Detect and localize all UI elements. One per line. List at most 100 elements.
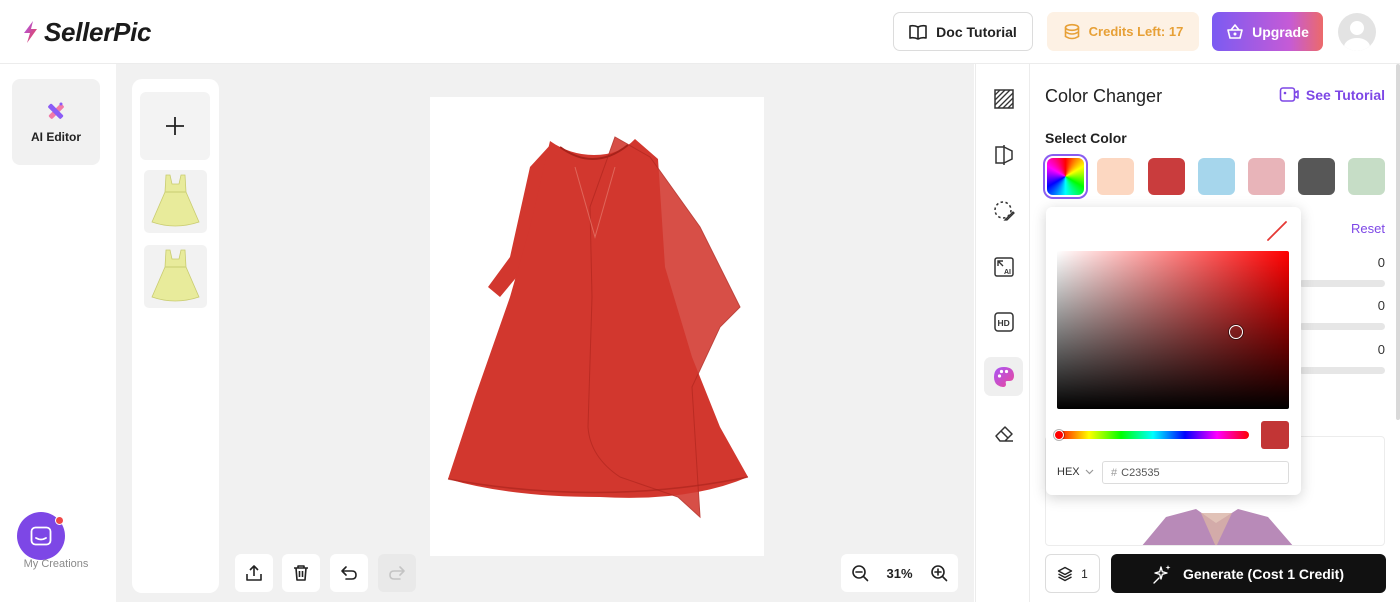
add-image-button[interactable] [140, 92, 210, 160]
my-creations-label: My Creations [23, 558, 89, 570]
top-header: SellerPic Doc Tutorial Credits Left: 17 … [0, 0, 1400, 64]
swatch-pink[interactable] [1248, 158, 1285, 195]
undo-icon [341, 566, 357, 580]
stripes-icon [993, 88, 1014, 109]
sparkle-magic-icon [1153, 564, 1171, 584]
slider-value-1: 0 [1377, 255, 1385, 270]
brand-logo[interactable]: SellerPic [20, 16, 151, 48]
tool-eraser[interactable] [984, 413, 1023, 452]
generate-label: Generate (Cost 1 Credit) [1182, 565, 1345, 582]
hex-value: C23535 [1121, 466, 1160, 479]
zoom-in-icon[interactable] [930, 564, 948, 582]
crown-basket-icon [1227, 23, 1243, 39]
zoom-out-icon[interactable] [851, 564, 869, 582]
tool-strip: AI HD [975, 64, 1030, 602]
redo-button[interactable] [378, 554, 416, 592]
no-color-icon[interactable] [1265, 219, 1289, 243]
export-button[interactable] [235, 554, 273, 592]
generate-button[interactable]: Generate (Cost 1 Credit) [1111, 554, 1386, 593]
slider-3[interactable] [1299, 367, 1385, 374]
undo-button[interactable] [330, 554, 368, 592]
credits-label: Credits Left: 17 [1088, 24, 1184, 39]
saturation-value-area[interactable] [1057, 251, 1289, 409]
panel-title: Color Changer [1045, 86, 1163, 106]
tool-lasso[interactable] [984, 191, 1023, 230]
tool-expand[interactable]: AI [984, 247, 1023, 286]
inbox-icon [30, 526, 52, 546]
chevron-down-icon [1085, 469, 1094, 475]
tool-color-changer[interactable] [984, 357, 1023, 396]
swatch-peach[interactable] [1097, 158, 1134, 195]
reset-button[interactable]: Reset [1351, 221, 1385, 236]
slider-1[interactable] [1299, 280, 1385, 287]
upload-icon [246, 565, 262, 581]
hd-icon: HD [993, 311, 1014, 332]
layers-icon [1057, 566, 1073, 581]
panel-scrollbar[interactable] [1396, 64, 1400, 420]
image-list-panel [132, 79, 219, 593]
video-tutorial-icon [1279, 87, 1299, 102]
upgrade-label: Upgrade [1252, 23, 1309, 40]
color-format-label: HEX [1057, 466, 1080, 478]
left-rail: AI Editor My Creations [0, 64, 116, 602]
saturation-handle[interactable] [1229, 325, 1243, 339]
lasso-edit-icon [993, 200, 1015, 221]
credits-badge[interactable]: Credits Left: 17 [1047, 12, 1199, 51]
ai-editor-label: AI Editor [31, 130, 81, 144]
slider-2[interactable] [1299, 323, 1385, 330]
see-tutorial-link[interactable]: See Tutorial [1279, 86, 1385, 104]
hex-hash: # [1111, 466, 1118, 479]
svg-text:AI: AI [1004, 269, 1011, 276]
coins-icon [1064, 23, 1079, 39]
logo-bolt-icon [24, 21, 37, 43]
ai-expand-icon: AI [993, 256, 1014, 277]
zoom-control: 31% [841, 554, 958, 592]
eraser-icon [994, 425, 1013, 442]
swatch-dark-gray[interactable] [1298, 158, 1335, 195]
plus-icon [166, 117, 184, 135]
hue-slider[interactable] [1057, 431, 1249, 439]
doc-tutorial-label: Doc Tutorial [936, 23, 1017, 40]
user-avatar[interactable] [1338, 13, 1376, 51]
palette-icon [993, 366, 1014, 387]
slider-value-3: 0 [1377, 342, 1385, 357]
image-canvas[interactable] [430, 97, 764, 556]
upgrade-button[interactable]: Upgrade [1212, 12, 1323, 51]
current-color-preview [1261, 421, 1289, 449]
thumbnail-yellow-dress-2[interactable] [144, 245, 207, 308]
swatch-sage[interactable] [1348, 158, 1385, 195]
compare-icon [994, 144, 1013, 165]
layers-button[interactable]: 1 [1045, 554, 1100, 593]
book-icon [909, 24, 927, 40]
ai-editor-icon [48, 102, 64, 119]
ai-editor-nav[interactable]: AI Editor [12, 79, 100, 165]
hex-input[interactable]: # C23535 [1102, 461, 1289, 484]
slider-value-2: 0 [1377, 298, 1385, 313]
yellow-dress-image [151, 174, 200, 227]
trash-icon [294, 565, 308, 581]
red-anarkali-dress-image [447, 136, 749, 519]
zoom-level: 31% [886, 565, 913, 581]
notification-dot [55, 516, 64, 525]
swatch-red[interactable] [1148, 158, 1185, 195]
swatch-light-blue[interactable] [1198, 158, 1235, 195]
svg-text:HD: HD [997, 318, 1009, 328]
tool-hd[interactable]: HD [984, 302, 1023, 341]
brand-name: SellerPic [44, 16, 152, 47]
color-picker-popover: HEX # C23535 [1046, 207, 1301, 495]
thumbnail-yellow-dress-1[interactable] [144, 170, 207, 233]
hue-handle[interactable] [1054, 430, 1064, 440]
layers-count: 1 [1081, 566, 1088, 581]
see-tutorial-label: See Tutorial [1305, 87, 1385, 103]
swatch-custom-rainbow[interactable] [1047, 158, 1084, 195]
delete-button[interactable] [282, 554, 320, 592]
color-format-select[interactable]: HEX [1057, 466, 1094, 478]
workspace: 31% [116, 64, 974, 602]
tool-compare[interactable] [984, 135, 1023, 174]
doc-tutorial-button[interactable]: Doc Tutorial [893, 12, 1033, 51]
yellow-dress-image [151, 249, 200, 302]
user-silhouette-icon [1344, 21, 1370, 51]
tool-background[interactable] [984, 79, 1023, 118]
redo-icon [389, 566, 405, 580]
select-color-label: Select Color [1045, 130, 1127, 146]
